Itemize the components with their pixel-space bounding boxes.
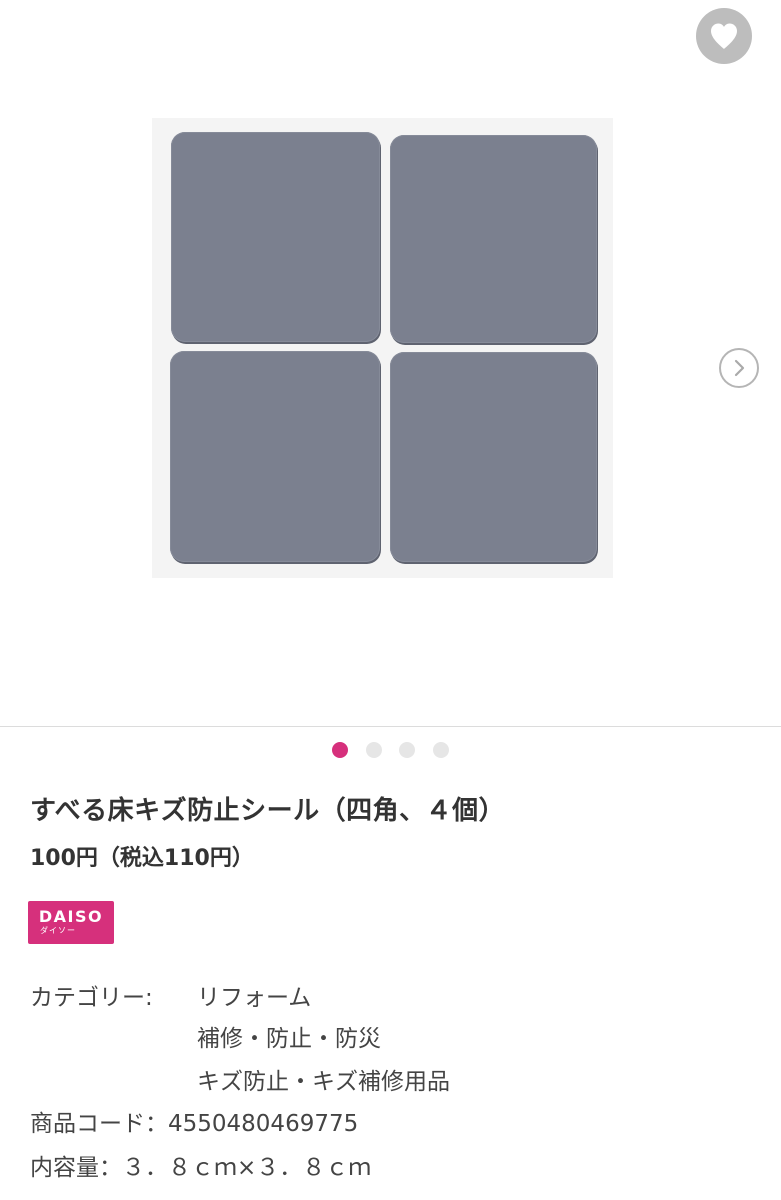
product-image bbox=[152, 118, 613, 578]
carousel-dot-active[interactable] bbox=[332, 742, 348, 758]
product-code-value: 4550480469775 bbox=[168, 1111, 359, 1137]
floor-pad bbox=[170, 351, 380, 562]
chevron-right-icon bbox=[734, 359, 745, 377]
product-title: すべる床キズ防止シール（四角、４個） bbox=[30, 796, 506, 826]
floor-pad bbox=[390, 135, 597, 343]
category-link[interactable]: キズ防止・キズ補修用品 bbox=[197, 1062, 450, 1096]
product-price: 100円（税込110円） bbox=[30, 846, 254, 871]
carousel-dot[interactable] bbox=[399, 742, 415, 758]
category-link[interactable]: 補修・防止・防災 bbox=[197, 1019, 381, 1053]
product-image-gallery[interactable] bbox=[0, 0, 781, 726]
carousel-dot[interactable] bbox=[366, 742, 382, 758]
product-code-label: 商品コード： bbox=[30, 1111, 168, 1137]
logo-text: DAISO bbox=[38, 907, 104, 926]
product-size: 内容量：３．８ｃｍ×３．８ｃｍ bbox=[30, 1148, 371, 1182]
product-size-label: 内容量： bbox=[30, 1155, 122, 1181]
heart-icon bbox=[711, 23, 737, 49]
product-size-value: ３．８ｃｍ×３．８ｃｍ bbox=[122, 1155, 372, 1181]
category-link[interactable]: リフォーム bbox=[197, 978, 311, 1012]
product-code: 商品コード：4550480469775 bbox=[30, 1104, 358, 1138]
favorite-button[interactable] bbox=[696, 8, 752, 64]
next-image-button[interactable] bbox=[719, 348, 759, 388]
divider bbox=[0, 726, 781, 727]
carousel-indicator bbox=[0, 742, 781, 760]
floor-pad bbox=[390, 352, 597, 562]
logo-subtext: ダイソー bbox=[40, 926, 76, 935]
carousel-dot[interactable] bbox=[433, 742, 449, 758]
category-label: カテゴリー: bbox=[30, 985, 153, 1011]
floor-pad bbox=[171, 132, 380, 342]
daiso-logo: DAISO ダイソー bbox=[28, 901, 114, 944]
